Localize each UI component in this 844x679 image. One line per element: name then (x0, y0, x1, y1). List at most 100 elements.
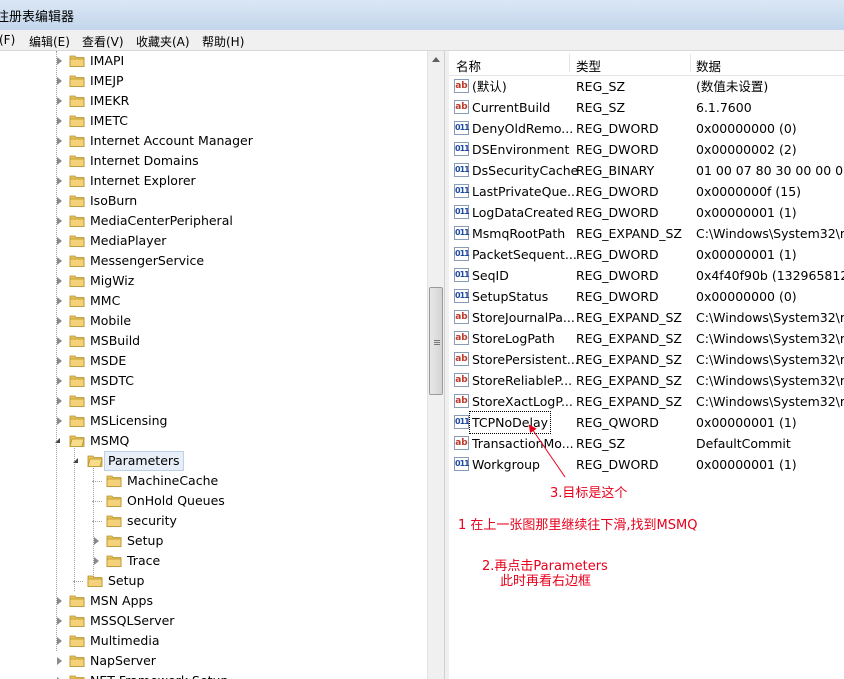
tree-item-label: Internet Domains (90, 153, 199, 168)
folder-icon (69, 371, 85, 391)
tree-item[interactable]: IsoBurn (0, 191, 427, 211)
expand-arrow-icon[interactable] (57, 337, 62, 345)
expand-arrow-icon[interactable] (57, 597, 62, 605)
tree-item[interactable]: MSF (0, 391, 427, 411)
tree-item[interactable]: security (0, 511, 427, 531)
folder-icon (69, 671, 85, 679)
tree-item[interactable]: MSDE (0, 351, 427, 371)
expand-arrow-icon[interactable] (57, 377, 62, 385)
expand-arrow-icon[interactable] (57, 97, 62, 105)
expand-arrow-icon[interactable] (57, 237, 62, 245)
tree-item[interactable]: IMAPI (0, 51, 427, 71)
expand-arrow-icon[interactable] (57, 257, 62, 265)
tree-item[interactable]: Multimedia (0, 631, 427, 651)
folder-icon (69, 431, 85, 451)
tree-item-label: Setup (127, 533, 164, 548)
expand-arrow-icon[interactable] (57, 397, 62, 405)
tree-item[interactable]: OnHold Queues (0, 491, 427, 511)
folder-icon (69, 91, 85, 111)
annotation-step1: 1 在上一张图那里继续往下滑,找到MSMQ (458, 518, 698, 533)
expand-arrow-icon[interactable] (57, 317, 62, 325)
tree-item[interactable]: Setup (0, 531, 427, 551)
tree-item-label: MSDTC (90, 373, 134, 388)
tree-item[interactable]: MSDTC (0, 371, 427, 391)
tree-item[interactable]: Setup (0, 571, 427, 591)
folder-icon (69, 191, 85, 211)
tree-item-label: MSBuild (90, 333, 141, 348)
tree-item-label: security (127, 513, 177, 528)
tree-item[interactable]: MSBuild (0, 331, 427, 351)
expand-arrow-icon[interactable] (94, 557, 99, 565)
folder-icon (69, 71, 85, 91)
tree-item[interactable]: MachineCache (0, 471, 427, 491)
expand-arrow-icon[interactable] (57, 657, 62, 665)
folder-icon (69, 231, 85, 251)
tree-item[interactable]: NapServer (0, 651, 427, 671)
expand-arrow-icon[interactable] (57, 297, 62, 305)
expand-arrow-icon[interactable] (57, 137, 62, 145)
tree-item-label: MachineCache (127, 473, 219, 488)
folder-icon (87, 571, 103, 591)
tree-item[interactable]: IMEKR (0, 91, 427, 111)
expand-arrow-icon[interactable] (57, 77, 62, 85)
scroll-up-icon[interactable] (432, 57, 440, 62)
expand-arrow-icon[interactable] (57, 277, 62, 285)
tree-item-label: IMETC (90, 113, 129, 128)
expand-arrow-icon[interactable] (57, 197, 62, 205)
title-bar: 注册表编辑器 (0, 0, 844, 31)
tree-item[interactable]: MigWiz (0, 271, 427, 291)
expand-arrow-icon[interactable] (57, 617, 62, 625)
menu-view[interactable]: 查看(V) (82, 33, 124, 50)
tree-item[interactable]: Mobile (0, 311, 427, 331)
annotation-step2-line2: 此时再看右边框 (500, 574, 592, 589)
collapse-arrow-icon[interactable] (55, 438, 60, 443)
tree-item-label: MSN Apps (90, 593, 153, 608)
tree-item[interactable]: MediaCenterPeripheral (0, 211, 427, 231)
collapse-arrow-icon[interactable] (73, 458, 78, 463)
values-list[interactable]: 名称 类型 数据 ab (默认) REG_SZ (数值未设置) ab CurrentBui… (449, 51, 844, 679)
tree-item[interactable]: MediaPlayer (0, 231, 427, 251)
menu-file[interactable]: (F) (0, 33, 15, 47)
tree-item[interactable]: Internet Account Manager (0, 131, 427, 151)
folder-icon (69, 331, 85, 351)
tree-item[interactable]: MSMQ (0, 431, 427, 451)
tree-item-label: Multimedia (90, 633, 160, 648)
expand-arrow-icon[interactable] (57, 57, 62, 65)
tree-scrollbar[interactable] (427, 51, 445, 679)
expand-arrow-icon[interactable] (57, 217, 62, 225)
tree-item[interactable]: Trace (0, 551, 427, 571)
folder-icon (69, 51, 85, 71)
tree-item[interactable]: Internet Domains (0, 151, 427, 171)
expand-arrow-icon[interactable] (57, 117, 62, 125)
folder-icon (69, 271, 85, 291)
tree-item[interactable]: MMC (0, 291, 427, 311)
expand-arrow-icon[interactable] (57, 157, 62, 165)
expand-arrow-icon[interactable] (57, 357, 62, 365)
tree-item[interactable]: Internet Explorer (0, 171, 427, 191)
tree-item[interactable]: MessengerService (0, 251, 427, 271)
menu-favorites[interactable]: 收藏夹(A) (136, 33, 190, 50)
registry-tree[interactable]: IMAPI IMEJP IMEKR IMETC Internet Account Man… (0, 51, 427, 679)
expand-arrow-icon[interactable] (57, 637, 62, 645)
scroll-thumb[interactable] (429, 287, 443, 395)
menu-help[interactable]: 帮助(H) (202, 33, 244, 50)
expand-arrow-icon[interactable] (57, 177, 62, 185)
expand-arrow-icon[interactable] (94, 537, 99, 545)
folder-icon (106, 551, 122, 571)
tree-item[interactable]: IMETC (0, 111, 427, 131)
tree-item[interactable]: IMEJP (0, 71, 427, 91)
tree-item[interactable]: MSLicensing (0, 411, 427, 431)
tree-item[interactable]: NET Framework Setup (0, 671, 427, 679)
annotation-step3: 3.目标是这个 (550, 486, 628, 501)
tree-item-label: IsoBurn (90, 193, 138, 208)
tree-item[interactable]: Parameters (0, 451, 427, 471)
grip-icon (434, 340, 440, 341)
folder-icon (87, 451, 103, 471)
tree-item[interactable]: MSSQLServer (0, 611, 427, 631)
tree-connector (92, 481, 102, 483)
menu-edit[interactable]: 编辑(E) (29, 33, 70, 50)
tree-item[interactable]: MSN Apps (0, 591, 427, 611)
expand-arrow-icon[interactable] (57, 417, 62, 425)
folder-icon (69, 151, 85, 171)
folder-icon (106, 471, 122, 491)
